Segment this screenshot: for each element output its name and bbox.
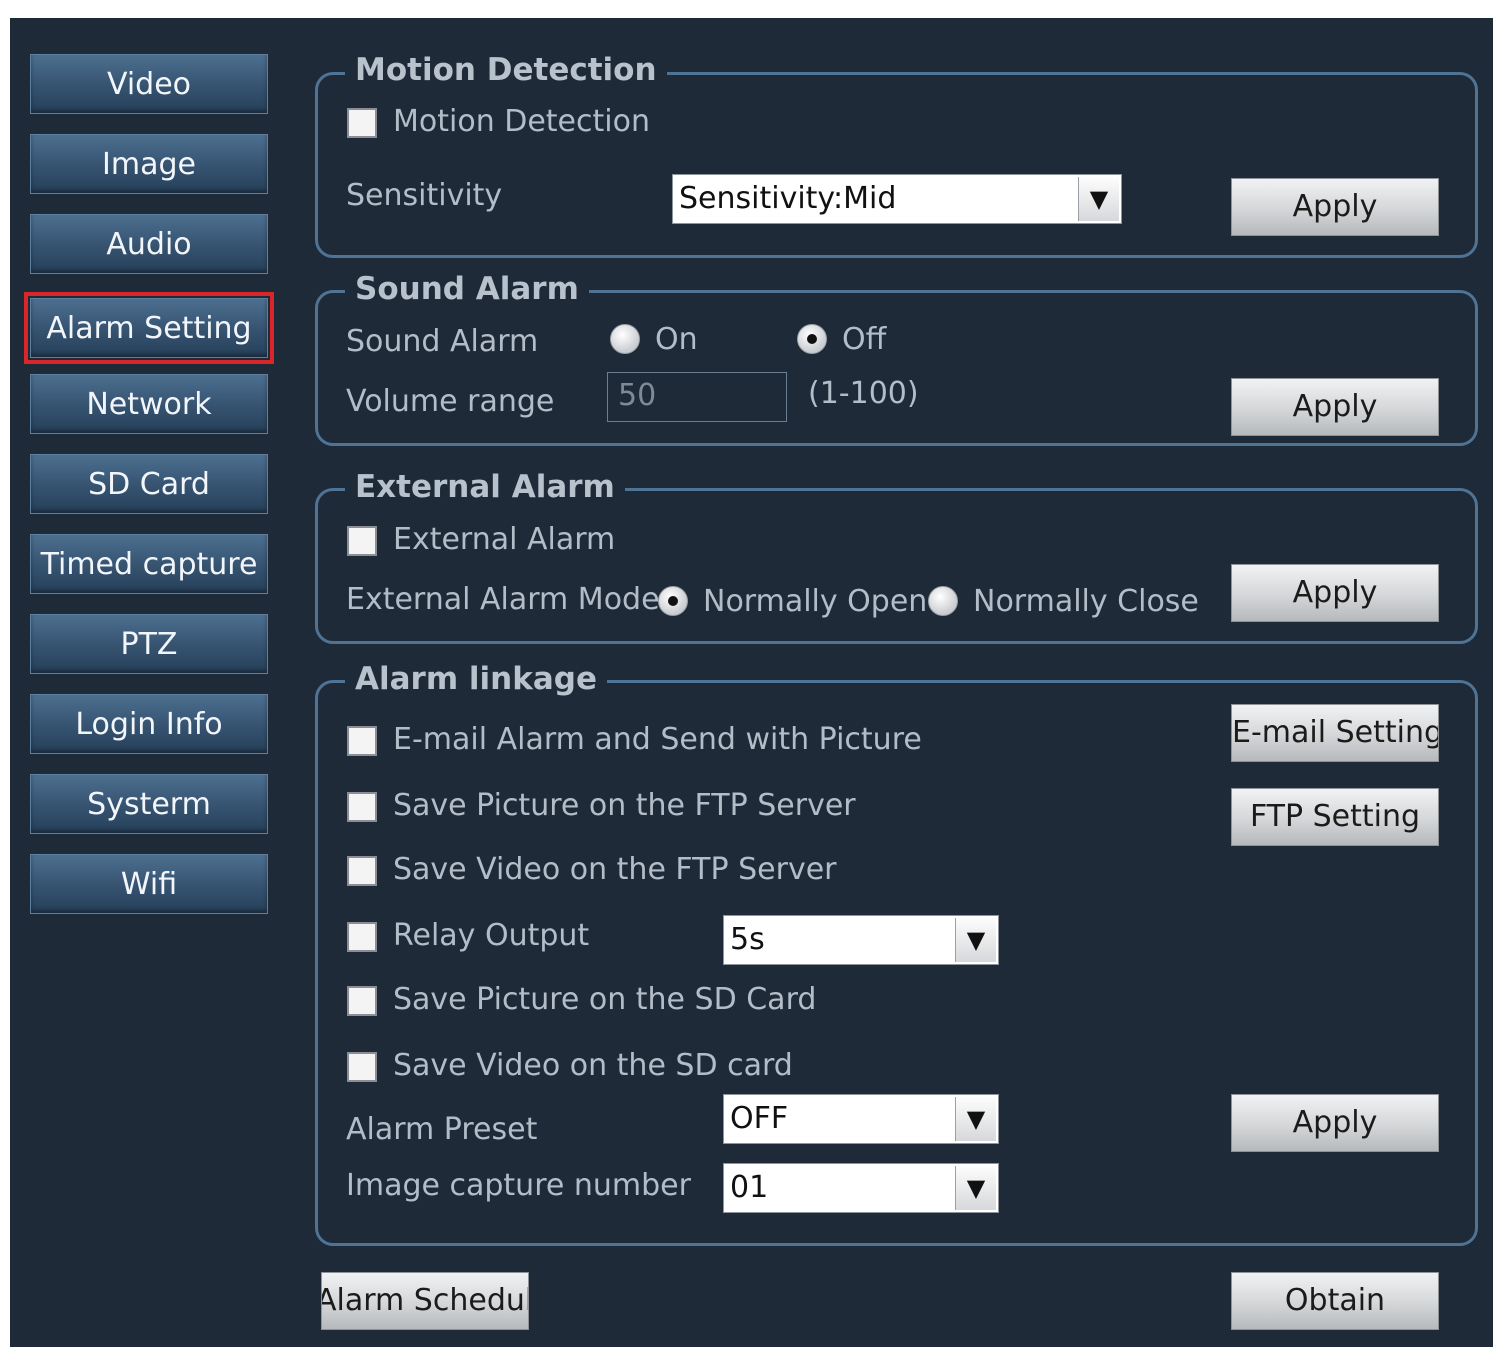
ftp-video-label: Save Video on the FTP Server [393,852,837,887]
chevron-down-icon[interactable]: ▼ [1078,177,1119,221]
volume-input[interactable]: 50 [607,372,787,422]
alarm-preset-select[interactable]: OFF ▼ [723,1094,999,1144]
external-alarm-title: External Alarm [345,469,625,505]
ftp-setting-button[interactable]: FTP Setting [1231,788,1439,846]
nav-ptz[interactable]: PTZ [30,614,268,674]
external-alarm-label: External Alarm [393,522,616,557]
nav-video[interactable]: Video [30,54,268,114]
alarm-schedule-button[interactable]: Alarm Schedule [321,1272,529,1330]
chevron-down-icon[interactable]: ▼ [955,918,996,962]
sound-alarm-label: Sound Alarm [346,324,539,359]
alarm-preset-value: OFF [730,1101,789,1136]
external-apply-button[interactable]: Apply [1231,564,1439,622]
sd-picture-checkbox[interactable] [347,986,377,1016]
alarm-preset-label: Alarm Preset [346,1112,538,1147]
nav-sd-card[interactable]: SD Card [30,454,268,514]
sound-alarm-off-label: Off [842,322,887,357]
nav-network[interactable]: Network [30,374,268,434]
normally-open-radio[interactable] [658,586,688,616]
nav-login-info[interactable]: Login Info [30,694,268,754]
ftp-picture-label: Save Picture on the FTP Server [393,788,856,823]
ftp-video-checkbox[interactable] [347,856,377,886]
obtain-button[interactable]: Obtain [1231,1272,1439,1330]
sd-picture-label: Save Picture on the SD Card [393,982,817,1017]
relay-output-value: 5s [730,922,765,957]
sensitivity-select[interactable]: Sensitivity:Mid ▼ [672,174,1122,224]
alarm-settings-window: Video Image Audio Alarm Setting Network … [10,18,1493,1347]
ftp-picture-checkbox[interactable] [347,792,377,822]
normally-open-label: Normally Open [703,584,928,619]
normally-close-radio[interactable] [928,586,958,616]
nav-timed-capture[interactable]: Timed capture [30,534,268,594]
sd-video-checkbox[interactable] [347,1052,377,1082]
volume-range-label: Volume range [346,384,555,419]
sound-alarm-on-radio[interactable] [610,324,640,354]
email-setting-button[interactable]: E-mail Setting [1231,704,1439,762]
relay-output-checkbox[interactable] [347,922,377,952]
email-alarm-label: E-mail Alarm and Send with Picture [393,722,922,757]
external-alarm-mode-label: External Alarm Mode [346,582,660,617]
volume-hint: (1-100) [808,376,919,411]
image-capture-select[interactable]: 01 ▼ [723,1163,999,1213]
relay-output-select[interactable]: 5s ▼ [723,915,999,965]
sensitivity-label: Sensitivity [346,178,503,213]
sound-alarm-off-radio[interactable] [797,324,827,354]
email-alarm-checkbox[interactable] [347,726,377,756]
motion-detection-title: Motion Detection [345,52,667,88]
chevron-down-icon[interactable]: ▼ [955,1097,996,1141]
nav-system[interactable]: Systerm [30,774,268,834]
external-alarm-checkbox[interactable] [347,526,377,556]
chevron-down-icon[interactable]: ▼ [955,1166,996,1210]
sd-video-label: Save Video on the SD card [393,1048,793,1083]
relay-output-label: Relay Output [393,918,590,953]
sound-alarm-title: Sound Alarm [345,271,589,307]
motion-detection-checkbox[interactable] [347,108,377,138]
linkage-apply-button[interactable]: Apply [1231,1094,1439,1152]
alarm-linkage-title: Alarm linkage [345,661,607,697]
image-capture-label: Image capture number [346,1168,691,1203]
normally-close-label: Normally Close [973,584,1199,619]
motion-detection-label: Motion Detection [393,104,650,139]
nav-wifi[interactable]: Wifi [30,854,268,914]
nav-audio[interactable]: Audio [30,214,268,274]
motion-apply-button[interactable]: Apply [1231,178,1439,236]
image-capture-value: 01 [730,1170,769,1205]
sound-apply-button[interactable]: Apply [1231,378,1439,436]
sound-alarm-on-label: On [655,322,698,357]
sensitivity-value: Sensitivity:Mid [679,181,897,216]
nav-alarm-setting[interactable]: Alarm Setting [24,292,274,364]
nav-image[interactable]: Image [30,134,268,194]
